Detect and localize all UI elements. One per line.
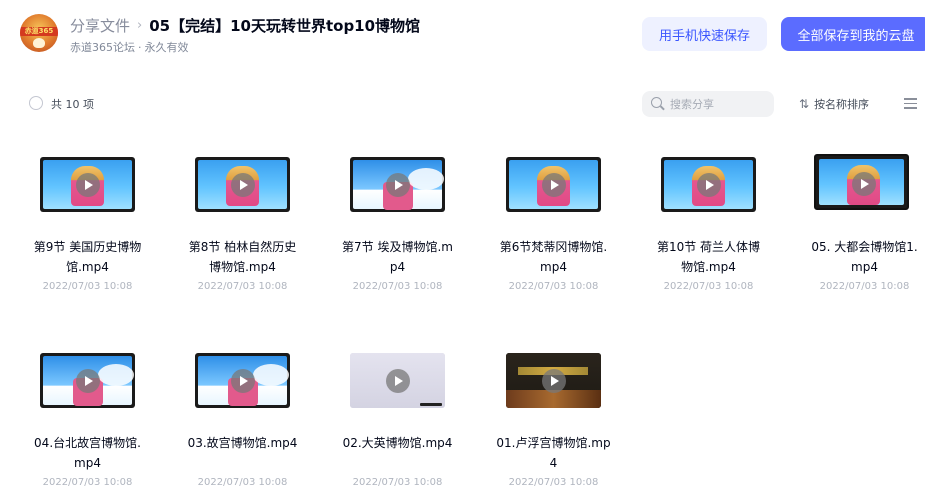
video-thumbnail[interactable] bbox=[195, 157, 290, 212]
file-item[interactable]: 第6节梵蒂冈博物馆.mp4 2022/07/03 10:08 bbox=[476, 157, 631, 307]
file-item[interactable]: 第7节 埃及博物馆.mp4 2022/07/03 10:08 bbox=[320, 157, 475, 307]
sharer-avatar: 赤道365 bbox=[20, 14, 58, 52]
file-date: 2022/07/03 10:08 bbox=[508, 281, 599, 292]
file-name[interactable]: 01.卢浮宫博物馆.mp4 bbox=[476, 433, 631, 473]
play-icon bbox=[386, 369, 410, 393]
file-date: 2022/07/03 10:08 bbox=[197, 281, 288, 292]
video-thumbnail[interactable] bbox=[40, 157, 135, 212]
file-date: 2022/07/03 10:08 bbox=[42, 281, 133, 292]
file-date: 2022/07/03 10:08 bbox=[352, 281, 443, 292]
file-date: 2022/07/03 10:08 bbox=[508, 477, 599, 488]
mobile-quick-save-button[interactable]: 用手机快速保存 bbox=[642, 17, 767, 51]
video-thumbnail[interactable] bbox=[814, 154, 909, 210]
file-item[interactable]: 第8节 柏林自然历史博物馆.mp4 2022/07/03 10:08 bbox=[165, 157, 320, 307]
video-thumbnail[interactable] bbox=[350, 157, 445, 212]
play-icon bbox=[852, 172, 876, 196]
search-input[interactable] bbox=[670, 95, 768, 113]
share-meta: 赤道365论坛 · 永久有效 bbox=[70, 41, 189, 54]
search-box[interactable] bbox=[642, 91, 774, 117]
video-thumbnail[interactable] bbox=[506, 157, 601, 212]
video-thumbnail[interactable] bbox=[40, 353, 135, 408]
breadcrumb-parent-link[interactable]: 分享文件 bbox=[70, 15, 130, 36]
video-thumbnail[interactable] bbox=[350, 353, 445, 408]
sort-arrows-icon: ⇅ bbox=[799, 97, 810, 111]
file-name[interactable]: 02.大英博物馆.mp4 bbox=[320, 433, 475, 453]
file-name[interactable]: 03.故宫博物馆.mp4 bbox=[165, 433, 320, 453]
avatar-logo-text: 赤道365 bbox=[24, 27, 54, 35]
play-icon bbox=[386, 173, 410, 197]
item-count: 共 10 项 bbox=[51, 98, 94, 111]
file-name[interactable]: 第8节 柏林自然历史博物馆.mp4 bbox=[165, 237, 320, 277]
sort-by-name-button[interactable]: ⇅ 按名称排序 bbox=[799, 96, 869, 112]
video-thumbnail[interactable] bbox=[195, 353, 290, 408]
video-thumbnail[interactable] bbox=[506, 353, 601, 408]
file-date: 2022/07/03 10:08 bbox=[663, 281, 754, 292]
play-icon bbox=[542, 173, 566, 197]
play-icon bbox=[76, 369, 100, 393]
sharer-name[interactable]: 赤道365论坛 bbox=[70, 41, 135, 54]
file-date: 2022/07/03 10:08 bbox=[819, 281, 910, 292]
file-item[interactable]: 02.大英博物馆.mp4 2022/07/03 10:08 bbox=[320, 353, 475, 503]
folder-title: 05【完结】10天玩转世界top10博物馆 bbox=[149, 16, 421, 35]
play-icon bbox=[231, 369, 255, 393]
breadcrumb: 分享文件 › 05【完结】10天玩转世界top10博物馆 bbox=[70, 14, 420, 36]
share-header: 赤道365 分享文件 › 05【完结】10天玩转世界top10博物馆 赤道365… bbox=[0, 0, 925, 72]
file-date: 2022/07/03 10:08 bbox=[352, 477, 443, 488]
sort-label: 按名称排序 bbox=[814, 98, 870, 111]
search-icon bbox=[651, 97, 662, 108]
file-name[interactable]: 第6节梵蒂冈博物馆.mp4 bbox=[476, 237, 631, 277]
file-item[interactable]: 第10节 荷兰人体博物馆.mp4 2022/07/03 10:08 bbox=[631, 157, 786, 307]
file-item[interactable]: 01.卢浮宫博物馆.mp4 2022/07/03 10:08 bbox=[476, 353, 631, 503]
play-icon bbox=[542, 369, 566, 393]
file-item[interactable]: 05. 大都会博物馆1.mp4 2022/07/03 10:08 bbox=[787, 154, 925, 307]
video-thumbnail[interactable] bbox=[661, 157, 756, 212]
file-name[interactable]: 第7节 埃及博物馆.mp4 bbox=[320, 237, 475, 277]
play-icon bbox=[76, 173, 100, 197]
play-icon bbox=[231, 173, 255, 197]
validity-text: 永久有效 bbox=[144, 41, 189, 54]
file-item[interactable]: 04.台北故宫博物馆.mp4 2022/07/03 10:08 bbox=[10, 353, 165, 503]
file-item[interactable]: 第9节 美国历史博物馆.mp4 2022/07/03 10:08 bbox=[10, 157, 165, 307]
play-icon bbox=[697, 173, 721, 197]
select-all-checkbox[interactable] bbox=[29, 96, 43, 110]
file-name[interactable]: 05. 大都会博物馆1.mp4 bbox=[787, 237, 925, 277]
save-all-to-cloud-button[interactable]: 全部保存到我的云盘 bbox=[781, 17, 925, 51]
file-name[interactable]: 第9节 美国历史博物馆.mp4 bbox=[10, 237, 165, 277]
file-date: 2022/07/03 10:08 bbox=[197, 477, 288, 488]
file-name[interactable]: 04.台北故宫博物馆.mp4 bbox=[10, 433, 165, 473]
file-name[interactable]: 第10节 荷兰人体博物馆.mp4 bbox=[631, 237, 786, 277]
chevron-right-icon: › bbox=[137, 17, 143, 33]
list-view-icon[interactable] bbox=[904, 98, 917, 109]
file-date: 2022/07/03 10:08 bbox=[42, 477, 133, 488]
file-item[interactable]: 03.故宫博物馆.mp4 2022/07/03 10:08 bbox=[165, 353, 320, 503]
